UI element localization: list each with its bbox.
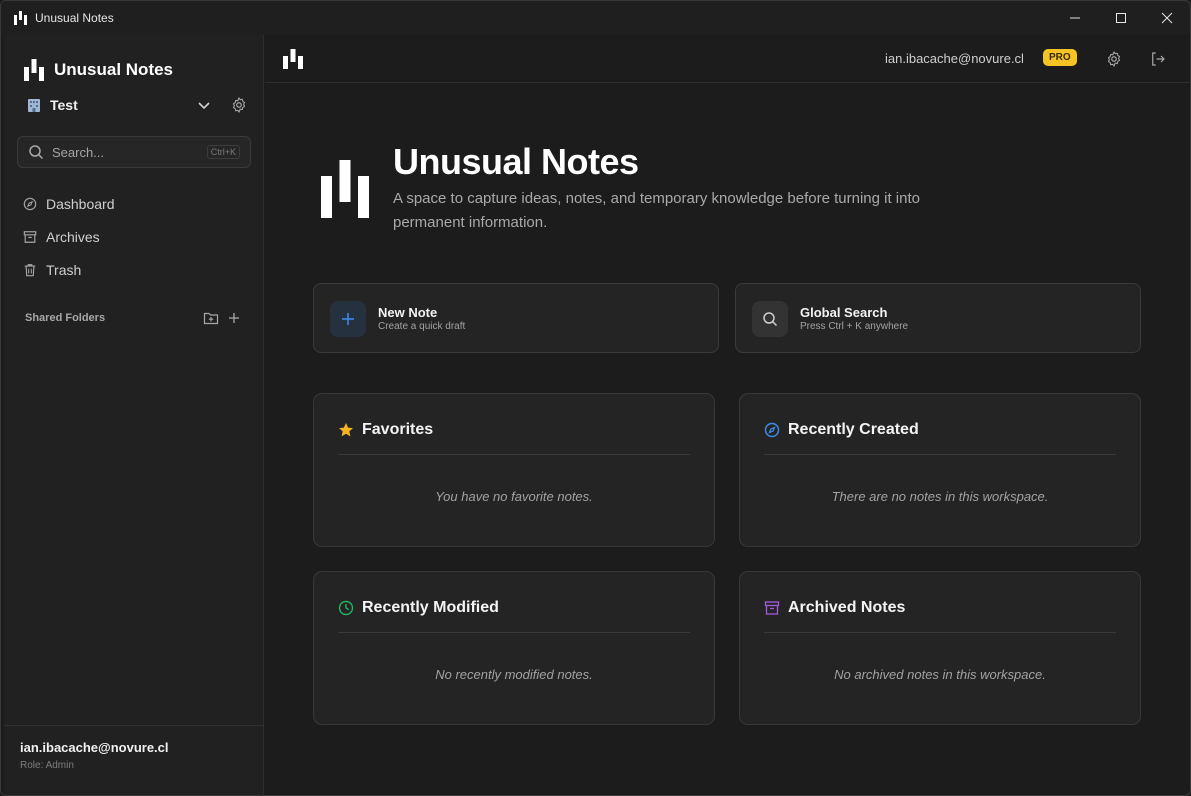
sidebar: Unusual Notes Test Ctrl+K Da: [4, 35, 264, 795]
global-search-button[interactable]: Global Search Press Ctrl + K anywhere: [735, 283, 1141, 353]
sidebar-item-label: Trash: [46, 261, 82, 278]
archive-icon: [764, 601, 780, 615]
card-title: Archived Notes: [788, 599, 906, 616]
card-divider: [338, 454, 690, 455]
app-window: Unusual Notes Unusual Notes Test Search.…: [0, 0, 1191, 796]
account-email: ian.ibacache@novure.cl: [885, 51, 1024, 66]
maximize-button[interactable]: [1098, 1, 1144, 35]
new-folder-icon[interactable]: [203, 310, 219, 326]
brand-logo-icon: [24, 59, 44, 81]
search-icon: [763, 312, 778, 327]
archived-notes-card: Archived Notes No archived notes in this…: [739, 571, 1141, 725]
plus-icon: [342, 313, 354, 325]
shared-folders-header: Shared Folders: [25, 310, 245, 326]
sidebar-item-dashboard[interactable]: Dashboard: [23, 187, 253, 220]
search-input[interactable]: [52, 144, 192, 160]
sidebar-item-trash[interactable]: Trash: [23, 253, 253, 286]
card-divider: [764, 632, 1116, 633]
card-divider: [338, 632, 690, 633]
card-empty-message: There are no notes in this workspace.: [831, 489, 1049, 504]
maximize-icon: [1116, 13, 1126, 23]
global-search-icon-box: [752, 301, 788, 337]
hero-logo-icon: [321, 160, 369, 218]
title-bar: Unusual Notes: [1, 1, 1190, 35]
new-note-button[interactable]: New Note Create a quick draft: [313, 283, 719, 353]
user-role: Role: Admin: [20, 760, 74, 771]
app-logo-icon: [14, 11, 27, 25]
card-title: Recently Created: [788, 421, 919, 438]
global-search-title: Global Search: [800, 305, 888, 320]
favorites-card: Favorites You have no favorite notes.: [313, 393, 715, 547]
chevron-down-icon[interactable]: [196, 97, 212, 113]
card-empty-message: You have no favorite notes.: [435, 489, 593, 504]
card-title: Recently Modified: [362, 599, 499, 616]
sidebar-item-label: Dashboard: [46, 195, 115, 212]
recently-modified-card: Recently Modified No recently modified n…: [313, 571, 715, 725]
recently-created-card: Recently Created There are no notes in t…: [739, 393, 1141, 547]
settings-gear-icon[interactable]: [1105, 50, 1123, 68]
sidebar-nav: Dashboard Archives Trash: [23, 187, 253, 286]
logout-icon[interactable]: [1149, 50, 1167, 68]
close-button[interactable]: [1144, 1, 1190, 35]
top-bar: ian.ibacache@novure.cl PRO: [265, 35, 1190, 83]
new-note-icon-box: [330, 301, 366, 337]
sidebar-search[interactable]: Ctrl+K: [17, 136, 251, 168]
page-title: Unusual Notes: [393, 141, 639, 182]
workspace-name: Test: [50, 97, 78, 113]
user-panel: ian.ibacache@novure.cl Role: Admin: [4, 725, 264, 795]
building-icon: [28, 99, 40, 112]
shared-folders-label: Shared Folders: [25, 312, 106, 324]
minimize-button[interactable]: [1052, 1, 1098, 35]
header-logo-icon: [283, 49, 303, 69]
pro-badge: PRO: [1043, 49, 1077, 66]
brand: Unusual Notes: [24, 59, 173, 81]
window-title: Unusual Notes: [35, 11, 114, 25]
sidebar-item-archives[interactable]: Archives: [23, 220, 253, 253]
trash-icon: [24, 263, 36, 276]
close-icon: [1161, 12, 1173, 24]
search-shortcut-hint: Ctrl+K: [206, 145, 240, 159]
workspace-selector[interactable]: Test: [26, 95, 248, 115]
sidebar-item-label: Archives: [46, 228, 100, 245]
card-title: Favorites: [362, 421, 434, 438]
card-empty-message: No recently modified notes.: [435, 667, 593, 682]
new-note-title: New Note: [378, 305, 438, 320]
app-name: Unusual Notes: [54, 60, 174, 79]
window-controls: [1052, 1, 1190, 35]
clock-icon: [338, 600, 354, 616]
archive-icon: [23, 230, 37, 243]
new-note-subtitle: Create a quick draft: [378, 321, 466, 332]
compass-icon: [764, 422, 780, 438]
star-icon: [339, 423, 353, 437]
card-empty-message: No archived notes in this workspace.: [834, 667, 1046, 682]
workspace-settings-gear-icon[interactable]: [230, 96, 248, 114]
page-subtitle: A space to capture ideas, notes, and tem…: [393, 190, 920, 231]
compass-icon: [23, 197, 37, 210]
user-email: ian.ibacache@novure.cl: [20, 740, 169, 755]
add-folder-plus-icon[interactable]: [226, 310, 242, 326]
card-divider: [764, 454, 1116, 455]
minimize-icon: [1070, 17, 1080, 19]
global-search-subtitle: Press Ctrl + K anywhere: [800, 321, 909, 332]
search-icon: [29, 145, 44, 160]
